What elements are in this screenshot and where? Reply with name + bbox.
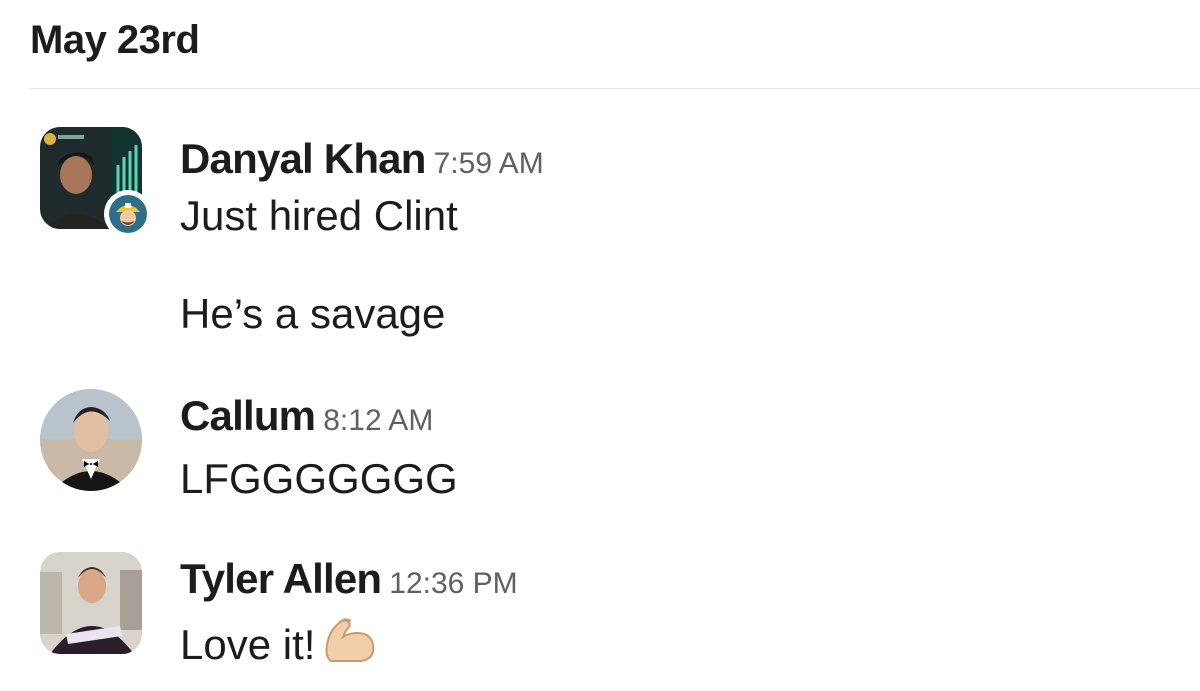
message-header: Danyal Khan 7:59 AM	[180, 135, 544, 183]
message-header: Tyler Allen 12:36 PM	[180, 555, 518, 603]
miner-emoji-icon	[109, 195, 147, 233]
sender-name[interactable]: Tyler Allen	[180, 555, 382, 602]
sender-name[interactable]: Danyal Khan	[180, 135, 426, 182]
sender-name[interactable]: Callum	[180, 392, 316, 439]
avatar[interactable]	[40, 552, 142, 654]
message-header: Callum 8:12 AM	[180, 392, 433, 440]
status-badge[interactable]	[104, 190, 152, 238]
message-text: LFGGGGGGG	[180, 455, 458, 502]
profile-photo-tuxedo-icon	[40, 389, 142, 491]
message-timestamp[interactable]: 12:36 PM	[389, 567, 517, 600]
date-divider-line	[30, 88, 1200, 89]
profile-photo-jersey-icon	[40, 552, 142, 654]
message-text-content: Love it!	[180, 621, 316, 668]
message-text: Love it!	[180, 615, 377, 677]
date-divider-label: May 23rd	[30, 18, 200, 62]
message-timestamp[interactable]: 7:59 AM	[434, 147, 544, 180]
message-text: Just hired Clint	[180, 192, 458, 239]
message-timestamp[interactable]: 8:12 AM	[323, 404, 433, 437]
message-text: He’s a savage	[180, 290, 446, 337]
flexed-biceps-icon	[321, 615, 377, 677]
avatar[interactable]	[40, 389, 142, 491]
